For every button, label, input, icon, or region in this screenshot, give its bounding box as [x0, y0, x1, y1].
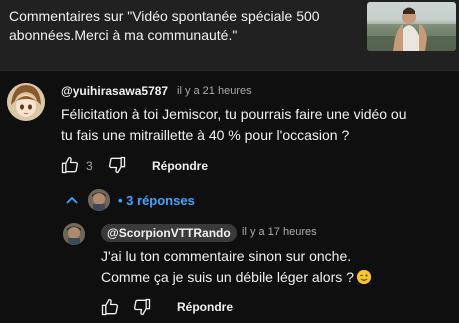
thumb-up-icon[interactable] — [100, 297, 120, 317]
reply-text-line2-container: Comme ça je suis un débile léger alors ? — [101, 267, 371, 288]
avatar[interactable] — [63, 223, 85, 245]
winking-face-emoji — [356, 270, 371, 284]
reply-text-line2: Comme ça je suis un débile léger alors ? — [101, 269, 354, 285]
comment-time[interactable]: il y a 21 heures — [177, 85, 252, 97]
thumb-down-icon[interactable] — [132, 297, 152, 317]
comment-text-line2: tu fais une mitraillette à 40 % pour l'o… — [61, 127, 350, 143]
comments-header: Commentaires sur "Vidéo spontanée spécia… — [0, 0, 459, 70]
like-count: 3 — [86, 159, 93, 173]
reply-avatar-preview — [88, 189, 110, 211]
thumb-down-icon[interactable] — [107, 155, 127, 175]
chevron-up-icon[interactable] — [64, 193, 80, 209]
reply-button[interactable]: Répondre — [177, 300, 233, 314]
reply-author[interactable]: @ScorpionVTTRando — [101, 224, 237, 242]
comment-author[interactable]: @yuihirasawa5787 — [61, 84, 168, 98]
thumb-up-icon[interactable] — [60, 155, 80, 175]
avatar[interactable] — [7, 83, 45, 121]
replies-toggle-label[interactable]: • 3 réponses — [118, 193, 195, 213]
comment-text-line1: Félicitation à toi Jemiscor, tu pourrais… — [61, 106, 407, 122]
reply-button[interactable]: Répondre — [152, 159, 208, 173]
reply-time[interactable]: il y a 17 heures — [242, 226, 317, 238]
header-title: Commentaires sur "Vidéo spontanée spécia… — [9, 8, 320, 43]
header-divider — [0, 70, 459, 71]
video-thumbnail[interactable] — [367, 2, 456, 51]
reply-text-line1: J'ai lu ton commentaire sinon sur onche. — [101, 248, 352, 264]
